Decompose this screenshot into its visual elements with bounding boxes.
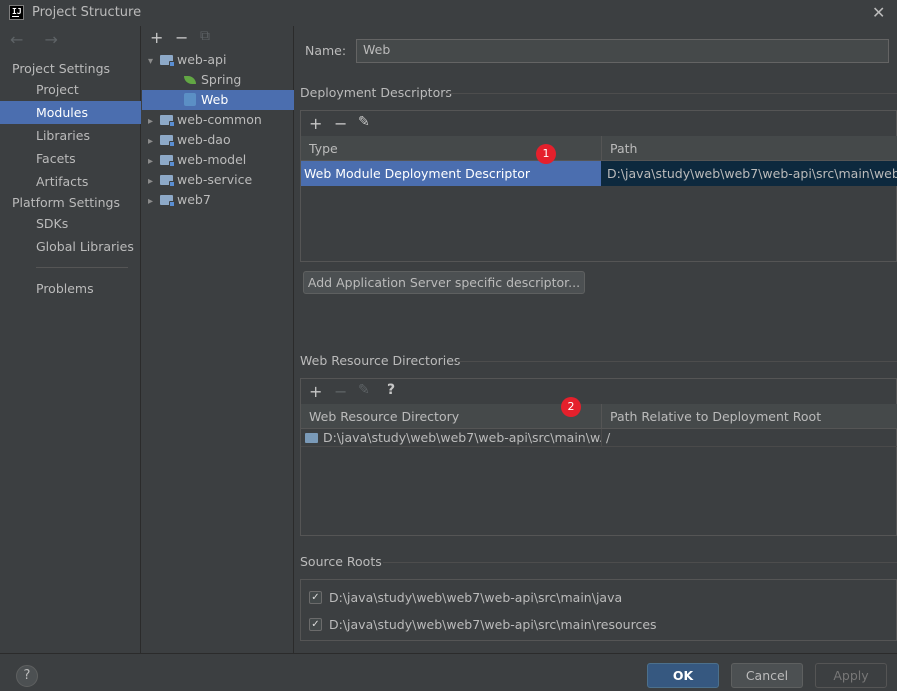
tree-item-label: web-model — [177, 152, 247, 167]
nav-item-modules[interactable]: Modules — [0, 101, 141, 124]
column-header-type[interactable]: Type — [301, 136, 601, 161]
chevron-right-icon[interactable]: ▸ — [148, 112, 160, 132]
annotation-badge-2: 2 — [561, 397, 581, 417]
web-folder-icon — [305, 433, 318, 443]
help-button[interactable]: ? — [16, 665, 38, 687]
name-field[interactable]: Web — [356, 39, 889, 63]
nav-item-project[interactable]: Project — [0, 78, 141, 101]
ok-button[interactable]: OK — [647, 663, 719, 688]
copy-module-icon[interactable]: ⧉ — [200, 28, 210, 44]
web-resource-directories-heading: Web Resource Directories — [300, 353, 461, 368]
cancel-button[interactable]: Cancel — [731, 663, 803, 688]
source-root-checkbox[interactable]: ✓ — [309, 591, 322, 604]
back-forward-arrows-icon[interactable]: ← → — [10, 30, 66, 49]
source-root-label: D:\java\study\web\web7\web-api\src\main\… — [329, 590, 623, 605]
add-server-descriptor-button[interactable]: Add Application Server specific descript… — [303, 271, 585, 294]
apply-button[interactable]: Apply — [815, 663, 887, 688]
tree-item-label: web-common — [177, 112, 262, 127]
resource-directory-path: D:\java\study\web\web7\web-api\src\main\… — [323, 430, 601, 445]
add-descriptor-icon[interactable]: + — [309, 114, 322, 133]
tree-item-spring[interactable]: Spring — [142, 70, 294, 90]
facet-settings-pane: Name: Web Deployment Descriptors + − ✎ T… — [295, 26, 897, 653]
relative-path-cell[interactable]: / — [601, 429, 897, 447]
project-settings-heading: Project Settings — [12, 61, 111, 76]
column-header-path[interactable]: Path — [601, 136, 897, 161]
list-item[interactable]: ✓ D:\java\study\web\web7\web-api\src\mai… — [309, 589, 622, 607]
chevron-right-icon[interactable]: ▸ — [148, 132, 160, 152]
tree-item-label: Web — [201, 92, 229, 107]
tree-item-web-common[interactable]: ▸ web-common — [142, 110, 294, 130]
nav-item-problems[interactable]: Problems — [0, 277, 141, 300]
deployment-descriptors-heading: Deployment Descriptors — [300, 85, 452, 100]
spring-leaf-icon — [184, 76, 196, 84]
window-title: Project Structure — [32, 5, 142, 20]
remove-module-icon[interactable]: − — [175, 28, 188, 47]
descriptor-type-cell[interactable]: Web Module Deployment Descriptor — [301, 161, 601, 186]
edit-descriptor-icon[interactable]: ✎ — [358, 114, 370, 130]
chevron-down-icon[interactable]: ▾ — [148, 52, 160, 72]
close-icon[interactable]: ✕ — [872, 3, 885, 22]
chevron-right-icon[interactable]: ▸ — [148, 152, 160, 172]
dialog-footer: ? OK Cancel Apply — [0, 653, 897, 691]
title-bar: IJ Project Structure ✕ — [0, 0, 897, 26]
deployment-descriptors-table: + − ✎ Type Path Web Module Deployment De… — [300, 110, 897, 262]
tree-item-web-model[interactable]: ▸ web-model — [142, 150, 294, 170]
annotation-badge-1: 1 — [536, 144, 556, 164]
module-tree-pane: + − ⧉ ▾ web-api Spring Web ▸ web-common ▸ w… — [142, 26, 294, 653]
name-label: Name: — [305, 43, 347, 58]
tree-item-label: web-dao — [177, 132, 231, 147]
tree-item-label: web-api — [177, 52, 227, 67]
help-icon[interactable]: ? — [387, 382, 395, 398]
descriptor-path-cell[interactable]: D:\java\study\web\web7\web-api\src\main\… — [601, 161, 897, 186]
tree-item-web-service[interactable]: ▸ web-service — [142, 170, 294, 190]
nav-item-global-libraries[interactable]: Global Libraries — [0, 235, 141, 258]
add-resource-icon[interactable]: + — [309, 382, 322, 401]
settings-nav-pane: ← → Project Settings Project Modules Lib… — [0, 26, 141, 653]
edit-resource-icon[interactable]: ✎ — [358, 382, 370, 398]
module-folder-icon — [160, 175, 175, 187]
nav-item-libraries[interactable]: Libraries — [0, 124, 141, 147]
module-folder-icon — [160, 155, 175, 167]
table-row[interactable]: Web Module Deployment Descriptor D:\java… — [301, 161, 897, 186]
table-header: Type Path — [301, 136, 897, 161]
tree-item-label: web7 — [177, 192, 211, 207]
table-header: Web Resource Directory Path Relative to … — [301, 404, 897, 429]
column-header-resource-directory[interactable]: Web Resource Directory — [301, 404, 601, 429]
intellij-app-icon: IJ — [9, 5, 24, 20]
group-separator — [457, 361, 897, 362]
web-facet-icon — [184, 93, 196, 106]
add-module-icon[interactable]: + — [150, 28, 163, 47]
source-root-label: D:\java\study\web\web7\web-api\src\main\… — [329, 617, 657, 632]
web-resource-directories-table: + − ✎ ? Web Resource Directory Path Rela… — [300, 378, 897, 536]
column-header-relative-path[interactable]: Path Relative to Deployment Root — [601, 404, 897, 429]
nav-item-artifacts[interactable]: Artifacts — [0, 170, 141, 193]
tree-item-web7[interactable]: ▸ web7 — [142, 190, 294, 210]
tree-item-web[interactable]: Web — [142, 90, 294, 110]
group-separator — [383, 562, 897, 563]
module-folder-icon — [160, 55, 175, 67]
source-root-checkbox[interactable]: ✓ — [309, 618, 322, 631]
group-separator — [445, 93, 897, 94]
tree-item-label: web-service — [177, 172, 253, 187]
module-folder-icon — [160, 195, 175, 207]
nav-separator — [36, 267, 128, 268]
source-roots-heading: Source Roots — [300, 554, 382, 569]
remove-resource-icon[interactable]: − — [334, 382, 347, 401]
nav-item-facets[interactable]: Facets — [0, 147, 141, 170]
table-row[interactable]: D:\java\study\web\web7\web-api\src\main\… — [301, 429, 897, 447]
module-folder-icon — [160, 135, 175, 147]
tree-item-web-api[interactable]: ▾ web-api — [142, 50, 294, 70]
resource-directory-cell[interactable]: D:\java\study\web\web7\web-api\src\main\… — [301, 429, 601, 447]
chevron-right-icon[interactable]: ▸ — [148, 172, 160, 192]
chevron-right-icon[interactable]: ▸ — [148, 192, 160, 212]
list-item[interactable]: ✓ D:\java\study\web\web7\web-api\src\mai… — [309, 616, 657, 634]
module-folder-icon — [160, 115, 175, 127]
source-roots-list: ✓ D:\java\study\web\web7\web-api\src\mai… — [300, 579, 897, 641]
platform-settings-heading: Platform Settings — [12, 195, 120, 210]
tree-item-label: Spring — [201, 72, 242, 87]
tree-item-web-dao[interactable]: ▸ web-dao — [142, 130, 294, 150]
nav-item-sdks[interactable]: SDKs — [0, 212, 141, 235]
remove-descriptor-icon[interactable]: − — [334, 114, 347, 133]
